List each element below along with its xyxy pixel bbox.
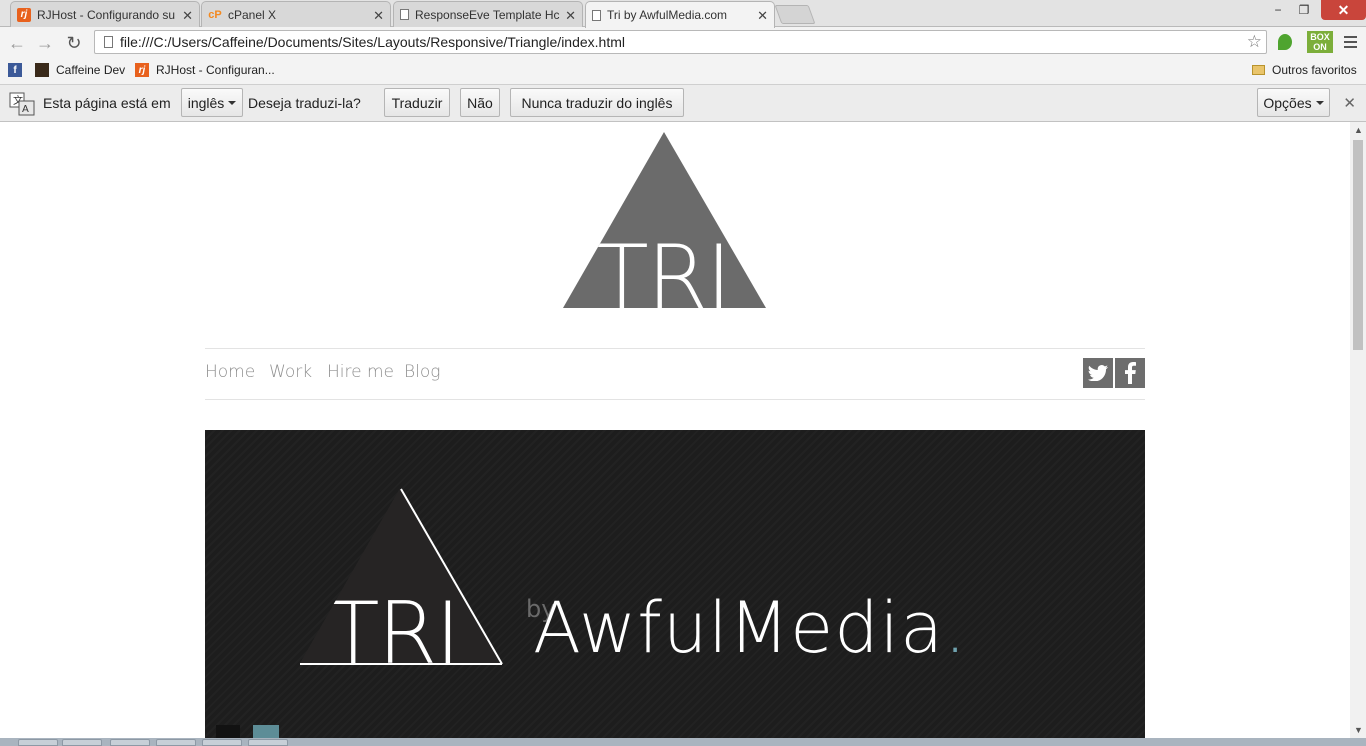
minimize-icon[interactable]: − xyxy=(1266,0,1290,20)
caffeine-icon xyxy=(35,63,49,77)
reload-icon[interactable]: ↻ xyxy=(63,32,85,54)
evernote-extension-icon[interactable] xyxy=(1278,34,1292,50)
translate-button[interactable]: Traduzir xyxy=(384,88,450,117)
site-logo[interactable]: TRI xyxy=(563,132,766,308)
tab-strip: rj RJHost - Configurando su ✕ cP cPanel … xyxy=(0,0,1366,28)
hero-brand: AwfulMedia. xyxy=(533,593,967,663)
language-select[interactable]: inglês xyxy=(181,88,243,117)
never-translate-button[interactable]: Nunca traduzir do inglês xyxy=(510,88,684,117)
bookmark-rjhost[interactable]: rj RJHost - Configuran... xyxy=(135,63,275,77)
nav-home[interactable]: Home xyxy=(205,362,255,382)
back-arrow-icon[interactable]: ← xyxy=(6,32,28,54)
twitter-bird-icon xyxy=(1088,365,1108,381)
document-favicon xyxy=(592,9,601,21)
close-tab-icon[interactable]: ✕ xyxy=(182,8,193,24)
bookmark-label: RJHost - Configuran... xyxy=(156,63,275,77)
bookmark-star-icon[interactable]: ☆ xyxy=(1247,32,1262,52)
translate-icon: 文 A xyxy=(9,92,35,116)
bookmark-facebook[interactable]: f xyxy=(8,63,29,77)
hero-tri-logo: TRI xyxy=(300,488,503,684)
page-scrollbar[interactable]: ▲ ▼ xyxy=(1350,122,1366,738)
taskbar-item[interactable] xyxy=(110,739,150,746)
chrome-menu-icon[interactable] xyxy=(1344,36,1357,48)
chevron-down-icon xyxy=(1315,100,1324,105)
tab-title: Tri by AwfulMedia.com xyxy=(607,8,728,22)
facebook-icon: f xyxy=(8,63,22,77)
windows-taskbar xyxy=(0,738,1366,746)
taskbar-item[interactable] xyxy=(156,739,196,746)
chevron-down-icon xyxy=(228,100,237,105)
other-bookmarks-label: Outros favoritos xyxy=(1272,63,1357,77)
twitter-icon[interactable] xyxy=(1083,358,1113,388)
tab-tri-active[interactable]: Tri by AwfulMedia.com ✕ xyxy=(585,1,775,28)
hero-brand-dot: . xyxy=(944,587,968,669)
box-on-extension-icon[interactable]: BOX ON xyxy=(1307,31,1333,53)
page-icon xyxy=(104,36,113,48)
new-tab-button[interactable] xyxy=(774,5,816,24)
forward-arrow-icon[interactable]: → xyxy=(34,32,56,54)
cpanel-favicon: cP xyxy=(208,8,222,21)
taskbar-item[interactable] xyxy=(248,739,288,746)
restore-icon[interactable]: ❐ xyxy=(1292,0,1316,20)
close-tab-icon[interactable]: ✕ xyxy=(565,8,576,24)
page-viewport: TRI Home Work Hire me Blog TRI by AwfulM… xyxy=(0,122,1350,738)
translate-bar: 文 A Esta página está em inglês Deseja tr… xyxy=(0,85,1366,122)
hero-banner: TRI by AwfulMedia. xyxy=(205,430,1145,738)
taskbar-item[interactable] xyxy=(62,739,102,746)
bookmark-caffeine[interactable]: Caffeine Dev xyxy=(35,63,125,77)
tab-rjhost[interactable]: rj RJHost - Configurando su ✕ xyxy=(10,1,200,27)
slide-thumbnail[interactable] xyxy=(216,725,240,738)
close-infobar-icon[interactable]: ✕ xyxy=(1343,94,1356,112)
rjhost-icon: rj xyxy=(135,63,149,77)
bookmark-label: Caffeine Dev xyxy=(56,63,126,77)
close-tab-icon[interactable]: ✕ xyxy=(373,8,384,24)
facebook-f-icon xyxy=(1125,362,1136,384)
hero-brand-text: AwfulMedia xyxy=(533,587,944,669)
hero-logo-text: TRI xyxy=(327,584,459,684)
folder-icon xyxy=(1252,65,1265,75)
document-favicon xyxy=(400,9,409,20)
bookmarks-bar: f Caffeine Dev rj RJHost - Configuran...… xyxy=(0,58,1366,85)
scroll-down-icon[interactable]: ▼ xyxy=(1354,725,1363,735)
tab-title: ResponseEve Template Hc xyxy=(415,7,560,22)
tab-title: cPanel X xyxy=(228,7,277,22)
taskbar-item[interactable] xyxy=(202,739,242,746)
slide-thumbnail[interactable] xyxy=(253,725,279,738)
scroll-up-icon[interactable]: ▲ xyxy=(1354,125,1363,135)
logo-text: TRI xyxy=(595,226,730,308)
translate-question: Deseja traduzi-la? xyxy=(248,95,361,111)
options-label: Opções xyxy=(1263,94,1312,111)
tab-title: RJHost - Configurando su xyxy=(37,7,176,22)
window-close-icon[interactable]: ✕ xyxy=(1321,0,1366,20)
nav-blog[interactable]: Blog xyxy=(404,362,440,382)
address-bar[interactable]: file:///C:/Users/Caffeine/Documents/Site… xyxy=(94,30,1267,54)
close-tab-icon[interactable]: ✕ xyxy=(757,8,768,24)
options-button[interactable]: Opções xyxy=(1257,88,1330,117)
scrollbar-thumb[interactable] xyxy=(1353,140,1363,350)
nav-work[interactable]: Work xyxy=(269,362,312,382)
no-button[interactable]: Não xyxy=(460,88,500,117)
nav-hire-me[interactable]: Hire me xyxy=(327,362,394,382)
other-bookmarks[interactable]: Outros favoritos xyxy=(1252,63,1357,77)
address-url: file:///C:/Users/Caffeine/Documents/Site… xyxy=(120,34,626,50)
language-value: inglês xyxy=(187,94,225,111)
rjhost-favicon: rj xyxy=(17,7,31,22)
facebook-social-icon[interactable] xyxy=(1115,358,1145,388)
taskbar-item[interactable] xyxy=(18,739,58,746)
browser-toolbar: ← → ↻ file:///C:/Users/Caffeine/Document… xyxy=(0,27,1366,58)
tab-cpanel[interactable]: cP cPanel X ✕ xyxy=(201,1,391,27)
tab-responseeve[interactable]: ResponseEve Template Hc ✕ xyxy=(393,1,583,27)
translate-prefix: Esta página está em xyxy=(43,95,171,111)
svg-text:A: A xyxy=(22,104,29,115)
site-nav: Home Work Hire me Blog xyxy=(205,348,1145,400)
